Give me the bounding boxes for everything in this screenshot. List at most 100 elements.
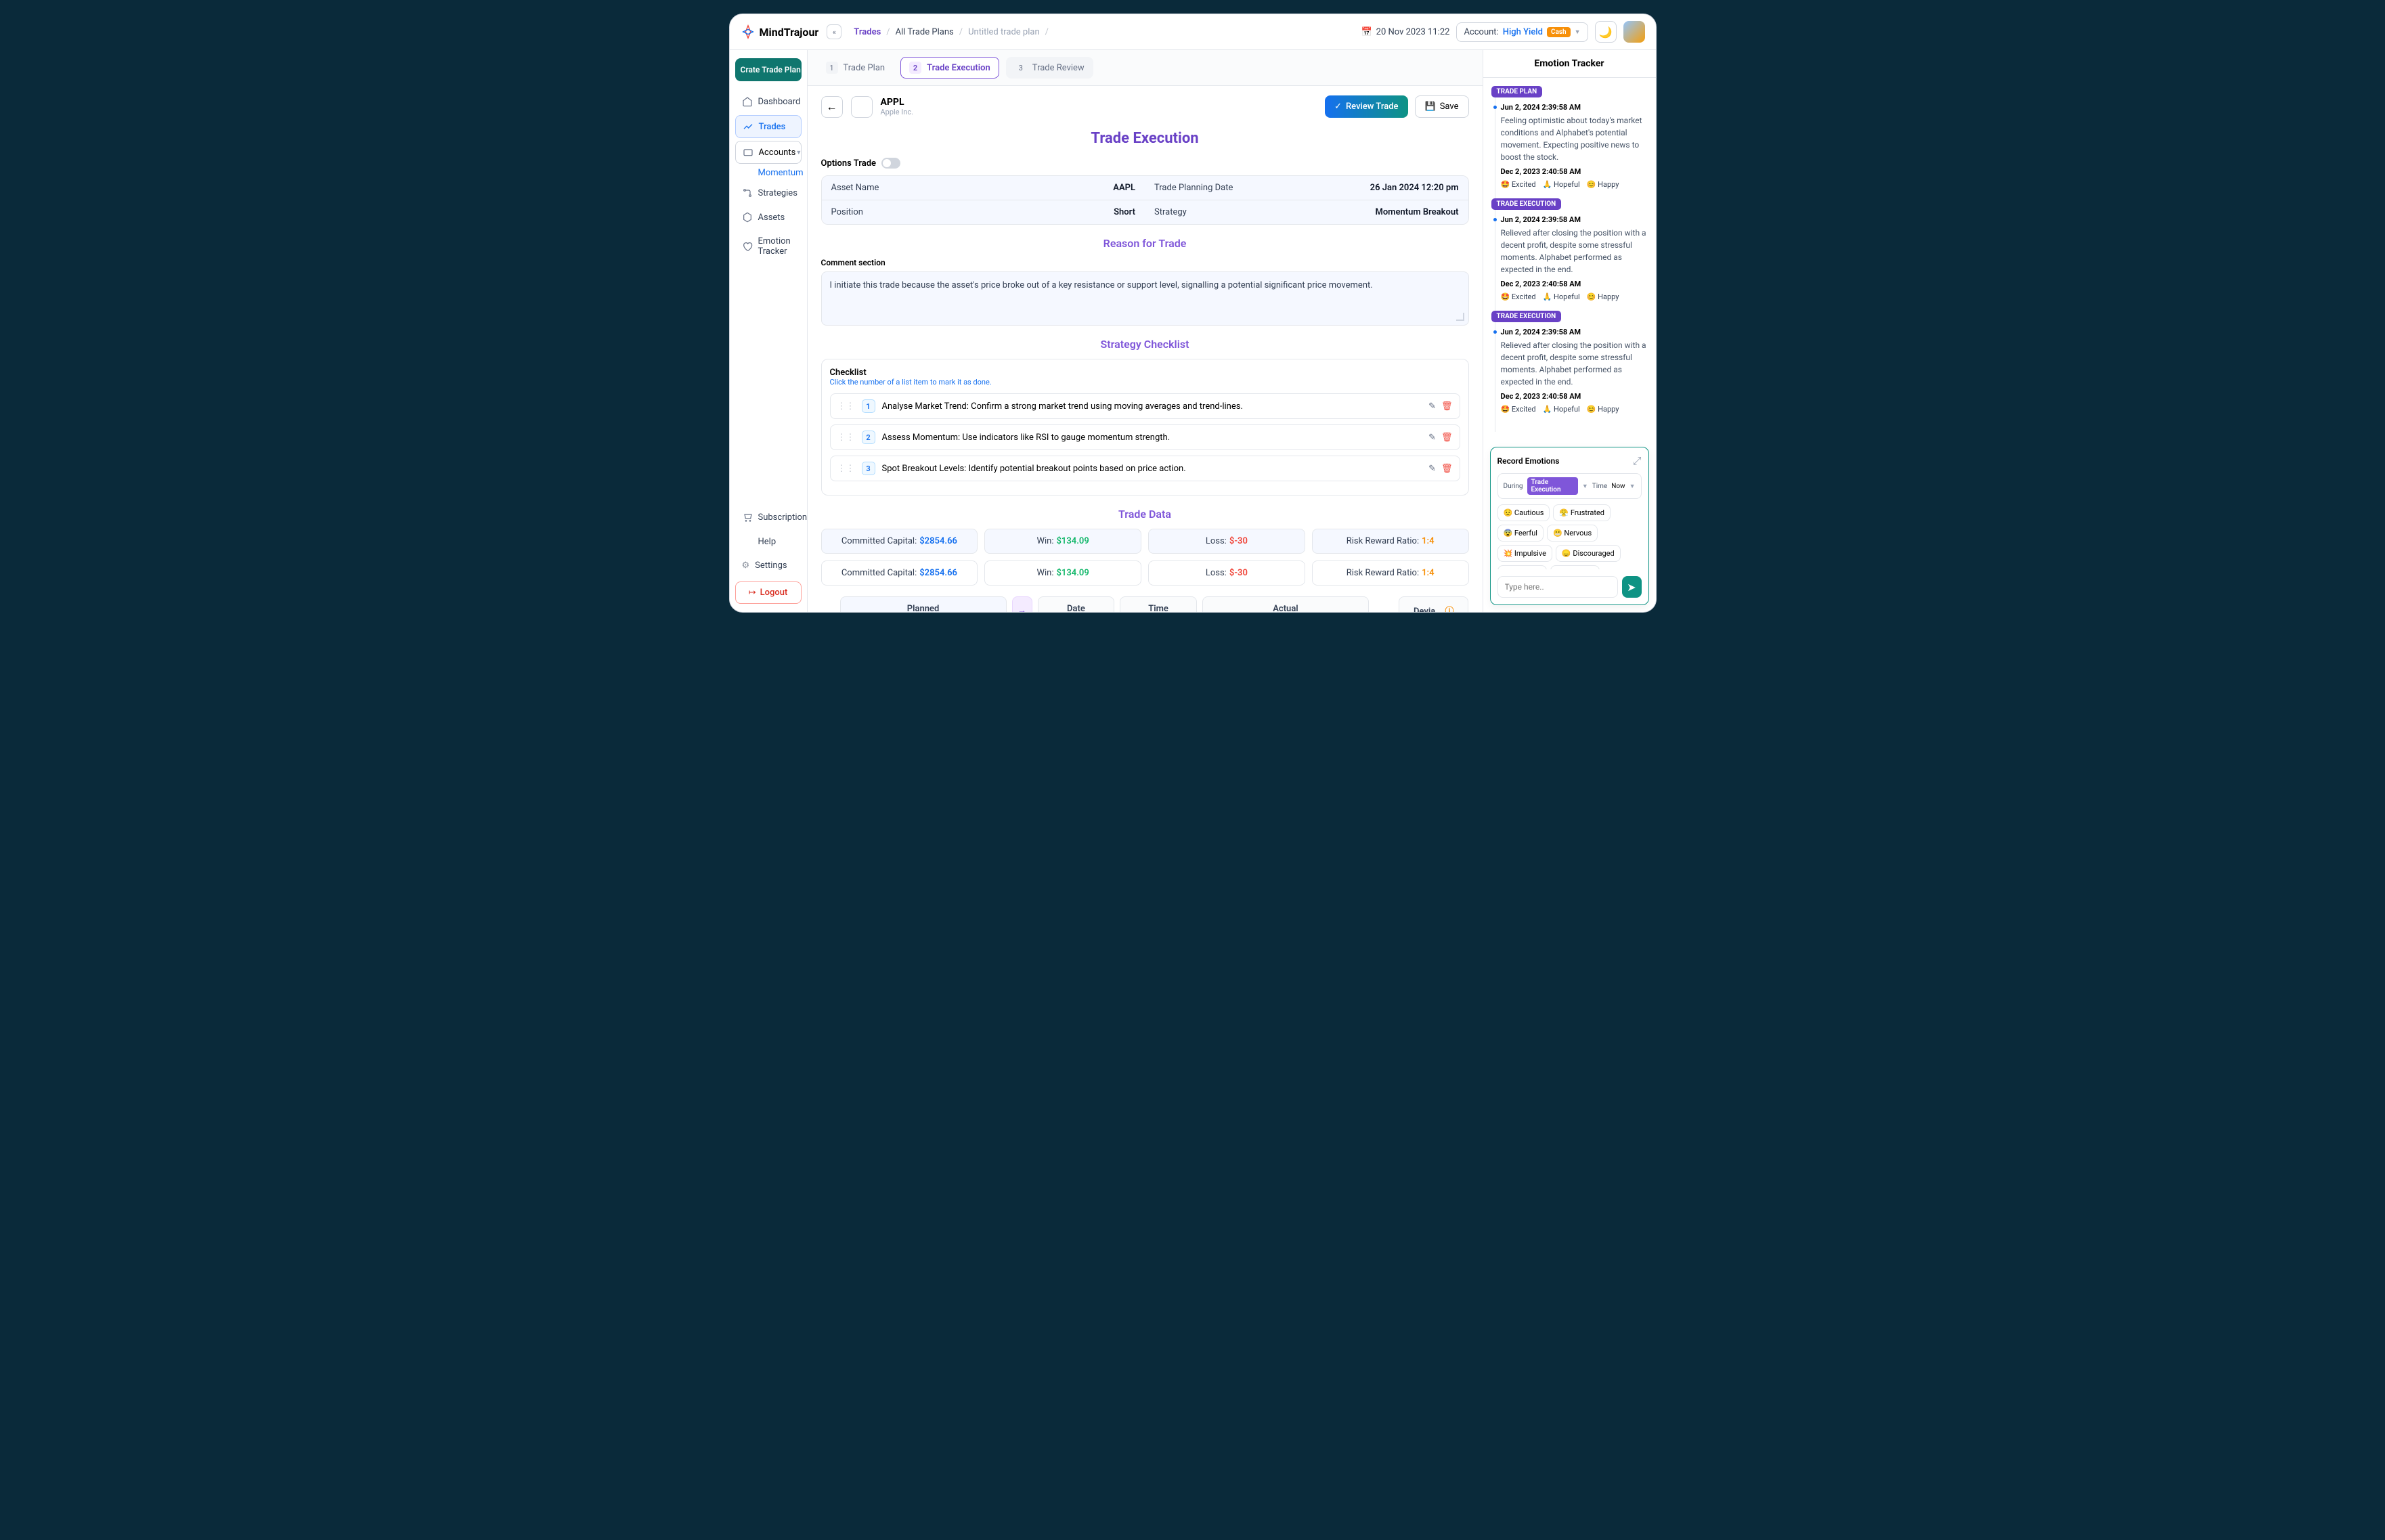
delete-icon[interactable]: 🗑: [1441, 401, 1453, 412]
sidebar-item-trades[interactable]: Trades: [735, 115, 802, 138]
moon-icon: 🌙: [1599, 26, 1613, 39]
hexagon-icon: [742, 212, 753, 223]
chevron-down-icon: ▼: [1629, 483, 1636, 490]
asset-logo: [851, 96, 873, 118]
drag-handle-icon[interactable]: ⋮⋮: [837, 433, 855, 443]
emotion-tracker-title: Emotion Tracker: [1483, 50, 1656, 78]
sidebar-item-settings[interactable]: ⚙Settings: [735, 555, 802, 576]
cart-icon: [742, 512, 753, 523]
sidebar-item-accounts[interactable]: Accounts▼: [735, 141, 802, 164]
sidebar-item-strategies[interactable]: Strategies: [735, 182, 802, 204]
emotion-chip[interactable]: 😞 Discouraged: [1556, 545, 1621, 562]
page-title: Trade Execution: [821, 130, 1469, 147]
comment-label: Comment section: [821, 258, 1469, 267]
info-icon: ⓘ: [1445, 607, 1454, 612]
emotion-note-input[interactable]: [1497, 576, 1618, 598]
sidebar-item-help[interactable]: Help: [735, 531, 802, 552]
sidebar-item-momentum[interactable]: Momentum: [735, 168, 802, 178]
emotion-chip[interactable]: 😨 Feerful: [1497, 525, 1544, 542]
emotion-timeline: TRADE PLAN Jun 2, 2024 2:39:58 AM Feelin…: [1483, 78, 1656, 440]
save-icon: 💾: [1425, 102, 1436, 112]
trend-icon: [743, 121, 753, 132]
sidebar-item-emotion-tracker[interactable]: Emotion Tracker: [735, 231, 802, 262]
phase-badge: TRADE EXECUTION: [1491, 198, 1562, 210]
create-trade-plan-button[interactable]: Crate Trade Plan: [735, 58, 802, 81]
review-trade-button[interactable]: ✓Review Trade: [1325, 95, 1407, 118]
delete-icon[interactable]: 🗑: [1441, 433, 1453, 443]
emotion-chip[interactable]: 😬 Nervous: [1547, 525, 1598, 542]
breadcrumb-sub[interactable]: All Trade Plans: [896, 27, 954, 37]
logout-button[interactable]: ↦Logout: [735, 581, 802, 604]
options-trade-toggle-row: Options Trade: [821, 158, 1469, 169]
edit-icon[interactable]: ✎: [1428, 464, 1436, 474]
sidebar-item-assets[interactable]: Assets: [735, 206, 802, 228]
checklist-number[interactable]: 2: [862, 431, 875, 444]
sidebar-collapse-button[interactable]: «: [827, 24, 841, 39]
send-button[interactable]: ➤: [1622, 576, 1642, 598]
edit-icon[interactable]: ✎: [1428, 433, 1436, 443]
expand-icon[interactable]: ⤢: [1633, 454, 1642, 468]
delete-icon[interactable]: 🗑: [1441, 464, 1453, 474]
chevron-down-icon: ▼: [1582, 483, 1588, 490]
center-panel: 1Trade Plan 2Trade Execution 3Trade Revi…: [808, 50, 1483, 612]
chevron-down-icon: ▼: [795, 149, 802, 156]
app-logo: MindTrajour: [741, 24, 819, 39]
checklist-item: ⋮⋮ 1 Analyse Market Trend: Confirm a str…: [830, 393, 1460, 419]
app-window: MindTrajour « Trades / All Trade Plans /…: [729, 14, 1657, 613]
theme-toggle[interactable]: 🌙: [1595, 21, 1617, 43]
arrow-right-icon: →: [1012, 596, 1032, 612]
asset-company: Apple Inc.: [881, 108, 914, 116]
checklist-number[interactable]: 1: [862, 399, 875, 413]
main: 1Trade Plan 2Trade Execution 3Trade Revi…: [808, 50, 1656, 612]
calendar-icon: 📅: [1361, 27, 1372, 37]
emotion-chip[interactable]: 😤 Frustrated: [1553, 504, 1611, 521]
checklist-number[interactable]: 3: [862, 462, 875, 475]
edit-icon[interactable]: ✎: [1428, 401, 1436, 412]
send-icon: ➤: [1627, 581, 1636, 594]
breadcrumb: Trades / All Trade Plans / Untitled trad…: [854, 27, 1049, 37]
metrics-row-2: Committed Capital:$2854.66 Win:$134.09 L…: [821, 560, 1469, 586]
breadcrumb-root[interactable]: Trades: [854, 27, 881, 37]
drag-handle-icon[interactable]: ⋮⋮: [837, 464, 855, 474]
checklist: Checklist Click the number of a list ite…: [821, 359, 1469, 496]
save-button[interactable]: 💾Save: [1415, 95, 1469, 118]
sidebar-item-dashboard[interactable]: Dashboard: [735, 91, 802, 112]
logo-icon: [741, 24, 756, 39]
date-display: 📅 20 Nov 2023 11:22: [1361, 27, 1449, 37]
tab-trade-execution[interactable]: 2Trade Execution: [900, 57, 999, 79]
record-title: Record Emotions: [1497, 456, 1560, 466]
tab-trade-plan[interactable]: 1Trade Plan: [817, 57, 894, 79]
emotion-chip[interactable]: 💥 Impulsive: [1497, 545, 1552, 562]
emotion-chip[interactable]: 😰 Anxious: [1550, 565, 1600, 569]
emotion-chips: 😟 Cautious😤 Frustrated 😨 Feerful😬 Nervous…: [1497, 504, 1642, 569]
tabs: 1Trade Plan 2Trade Execution 3Trade Revi…: [808, 50, 1483, 86]
drag-handle-icon[interactable]: ⋮⋮: [837, 401, 855, 412]
chevron-down-icon: ▼: [1575, 28, 1581, 36]
route-icon: [742, 188, 753, 198]
tab-trade-review[interactable]: 3Trade Review: [1006, 57, 1093, 79]
arrow-left-icon: ←: [827, 100, 837, 114]
record-filter[interactable]: During Trade Execution ▼ Time Now ▼: [1497, 473, 1642, 499]
emotion-chip[interactable]: 😟 Cautious: [1497, 504, 1550, 521]
phase-badge: TRADE PLAN: [1491, 86, 1543, 97]
sidebar-bottom: Subscription Help ⚙Settings ↦Logout: [735, 506, 802, 604]
timeline-entry: Jun 2, 2024 2:39:58 AM Relieved after cl…: [1491, 328, 1648, 414]
card-icon: [743, 147, 753, 158]
topbar-right: 📅 20 Nov 2023 11:22 Account: High Yield …: [1361, 21, 1644, 43]
timeline-entry: Jun 2, 2024 2:39:58 AM Relieved after cl…: [1491, 215, 1648, 301]
checklist-item: ⋮⋮ 2 Assess Momentum: Use indicators lik…: [830, 424, 1460, 450]
brand-text: MindTrajour: [760, 26, 819, 39]
check-icon: ✓: [1334, 102, 1342, 112]
account-selector[interactable]: Account: High Yield Cash ▼: [1456, 22, 1588, 42]
metrics-row-1: Committed Capital:$2854.66 Win:$134.09 L…: [821, 529, 1469, 554]
comment-textarea[interactable]: I initiate this trade because the asset'…: [821, 271, 1469, 326]
user-avatar[interactable]: [1623, 21, 1645, 43]
back-button[interactable]: ←: [821, 96, 843, 118]
asset-ticker: APPL: [881, 97, 914, 108]
entry-grid-header: Planned → Date Time Actual Devia... ⓘ: [821, 596, 1469, 612]
timeline-entry: Jun 2, 2024 2:39:58 AM Feeling optimisti…: [1491, 103, 1648, 189]
options-trade-toggle[interactable]: [881, 158, 900, 169]
trade-info-table: Asset NameAAPL Trade Planning Date26 Jan…: [821, 175, 1469, 225]
emotion-chip[interactable]: 🙏 Hopeful: [1497, 565, 1547, 569]
sidebar-item-subscription[interactable]: Subscription: [735, 506, 802, 528]
